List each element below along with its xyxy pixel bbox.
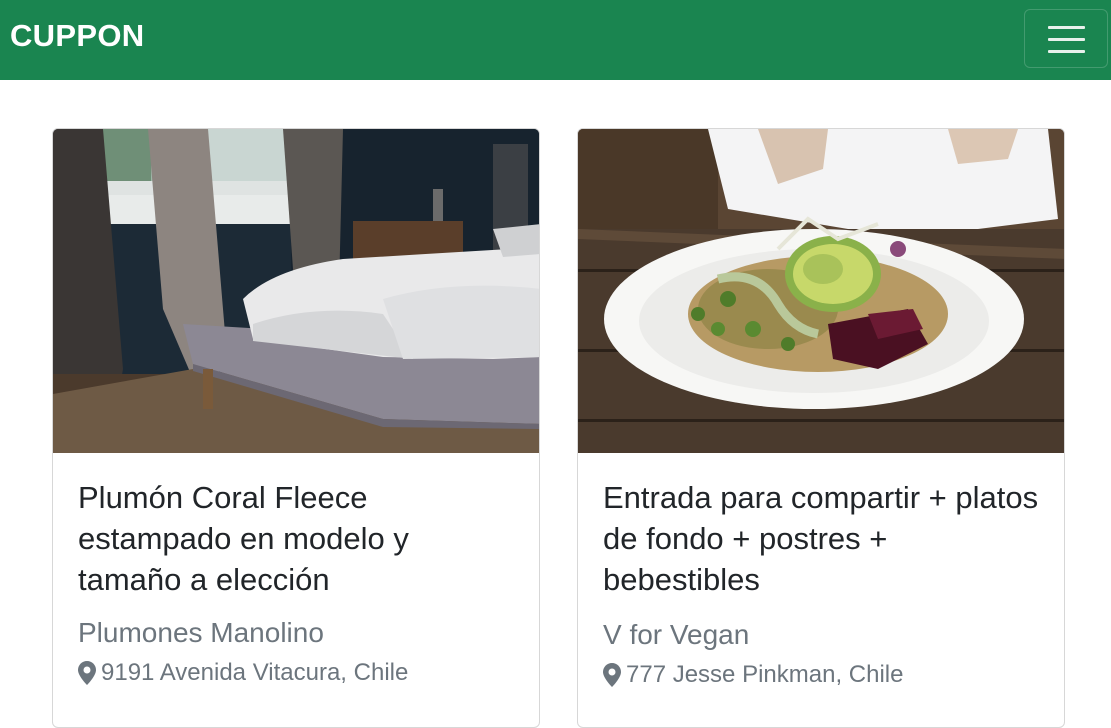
location-text: 9191 Avenida Vitacura, Chile	[101, 659, 409, 686]
map-pin-icon	[78, 661, 96, 685]
map-pin-icon	[603, 663, 621, 687]
hamburger-menu-button[interactable]	[1024, 9, 1108, 68]
deal-card[interactable]: Plumón Coral Fleece estampado en modelo …	[52, 128, 540, 728]
bedroom-bed-photo[interactable]	[53, 129, 539, 453]
navbar: CUPPON	[0, 0, 1111, 80]
deal-title[interactable]: Plumón Coral Fleece estampado en modelo …	[78, 477, 518, 600]
merchant-name: V for Vegan	[603, 619, 750, 650]
hamburger-menu-icon	[1048, 26, 1085, 29]
location: 9191 Avenida Vitacura, Chile	[78, 659, 518, 687]
brand-logo[interactable]: CUPPON	[10, 18, 144, 54]
merchant-name: Plumones Manolino	[78, 617, 324, 648]
location: 777 Jesse Pinkman, Chile	[603, 661, 1043, 689]
deal-title[interactable]: Entrada para compartir + platos de fondo…	[603, 477, 1043, 600]
deal-card[interactable]: Entrada para compartir + platos de fondo…	[577, 128, 1065, 728]
vegan-salad-bowl-photo[interactable]	[578, 129, 1064, 453]
location-text: 777 Jesse Pinkman, Chile	[626, 661, 904, 688]
